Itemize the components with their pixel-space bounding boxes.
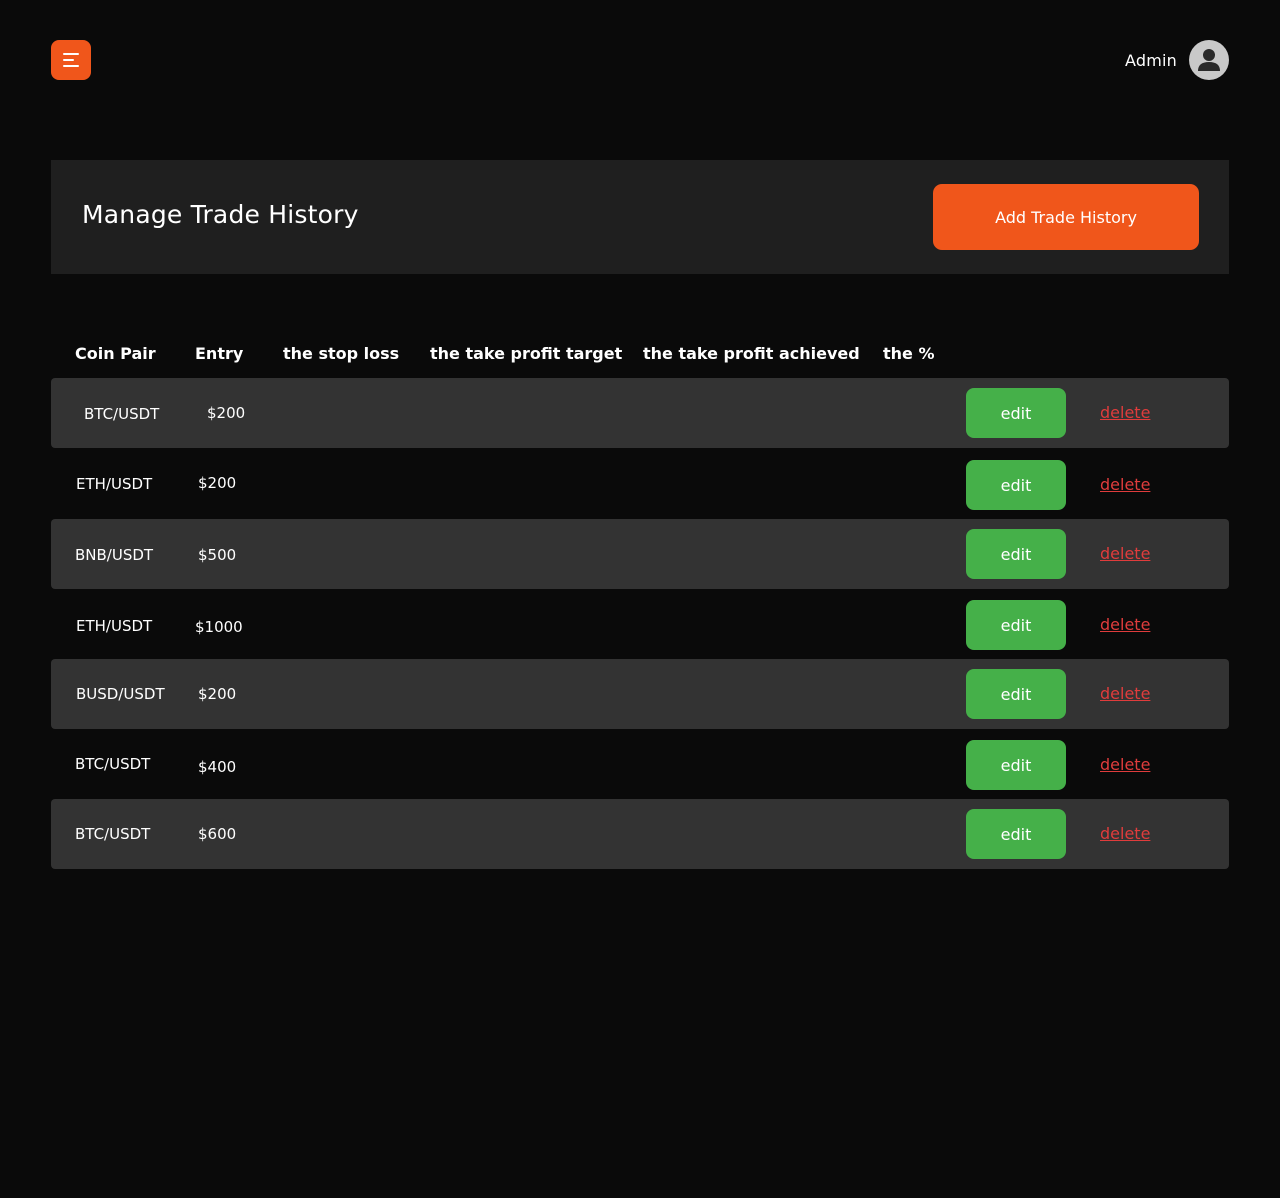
edit-button[interactable]: edit [966, 388, 1066, 438]
table-row: ETH/USDT $200 edit delete [51, 448, 1229, 518]
edit-button[interactable]: edit [966, 600, 1066, 650]
entry-cell: $400 [198, 758, 237, 776]
delete-link[interactable]: delete [1100, 544, 1150, 563]
table-row: BTC/USDT $400 edit delete [51, 729, 1229, 799]
coin-pair-cell: BTC/USDT [75, 755, 151, 773]
menu-icon [63, 59, 74, 61]
page-title: Manage Trade History [82, 200, 359, 229]
entry-cell: $1000 [195, 618, 243, 636]
coin-pair-cell: ETH/USDT [76, 475, 153, 493]
menu-icon [63, 65, 79, 67]
table-row: BTC/USDT $600 edit delete [51, 799, 1229, 869]
user-avatar-icon[interactable] [1189, 40, 1229, 80]
edit-button[interactable]: edit [966, 669, 1066, 719]
coin-pair-cell: BTC/USDT [75, 825, 151, 843]
delete-link[interactable]: delete [1100, 755, 1150, 774]
table-row: BUSD/USDT $200 edit delete [51, 659, 1229, 729]
edit-button[interactable]: edit [966, 740, 1066, 790]
top-bar: Admin [0, 0, 1280, 120]
coin-pair-cell: BUSD/USDT [76, 685, 165, 703]
edit-button[interactable]: edit [966, 809, 1066, 859]
column-header-take-profit-achieved: the take profit achieved [643, 344, 860, 363]
entry-cell: $200 [198, 474, 237, 492]
user-name: Admin [1125, 50, 1177, 70]
page-header-panel: Manage Trade History Add Trade History [51, 160, 1229, 274]
column-header-stop-loss: the stop loss [283, 344, 400, 363]
table-row: BTC/USDT $200 edit delete [51, 378, 1229, 448]
user-menu[interactable]: Admin [1125, 40, 1229, 80]
column-header-coin-pair: Coin Pair [75, 344, 156, 363]
menu-icon [63, 53, 79, 55]
entry-cell: $500 [198, 546, 237, 564]
coin-pair-cell: BNB/USDT [75, 546, 154, 564]
entry-cell: $600 [198, 825, 237, 843]
delete-link[interactable]: delete [1100, 824, 1150, 843]
column-header-take-profit-target: the take profit target [430, 344, 623, 363]
coin-pair-cell: ETH/USDT [76, 617, 153, 635]
edit-button[interactable]: edit [966, 460, 1066, 510]
edit-button[interactable]: edit [966, 529, 1066, 579]
menu-button[interactable] [51, 40, 91, 80]
delete-link[interactable]: delete [1100, 403, 1150, 422]
entry-cell: $200 [207, 404, 246, 422]
table-row: BNB/USDT $500 edit delete [51, 519, 1229, 589]
delete-link[interactable]: delete [1100, 615, 1150, 634]
entry-cell: $200 [198, 685, 237, 703]
coin-pair-cell: BTC/USDT [84, 405, 160, 423]
delete-link[interactable]: delete [1100, 475, 1150, 494]
column-header-percent: the % [883, 344, 935, 363]
column-header-entry: Entry [195, 344, 244, 363]
table-row: ETH/USDT $1000 edit delete [51, 589, 1229, 659]
delete-link[interactable]: delete [1100, 684, 1150, 703]
add-trade-history-button[interactable]: Add Trade History [933, 184, 1199, 250]
